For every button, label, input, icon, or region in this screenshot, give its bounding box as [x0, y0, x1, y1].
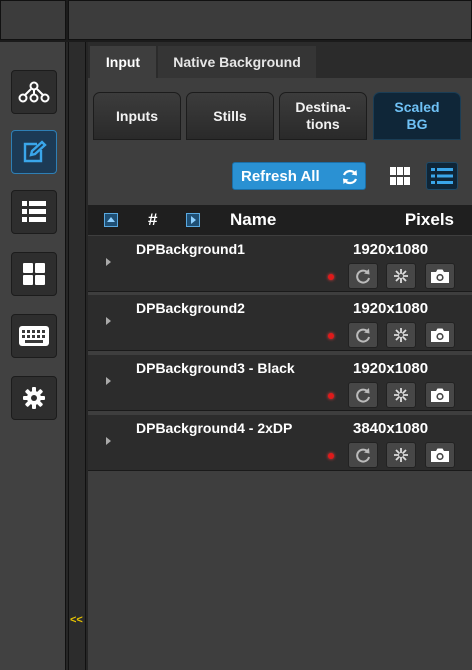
sidebar-item-keyboard[interactable]	[11, 314, 57, 358]
tab-bar: Input Native Background	[88, 42, 472, 78]
snowflake-icon	[394, 269, 408, 283]
edit-icon	[23, 140, 47, 163]
camera-icon	[431, 269, 449, 283]
row-pixels: 3840x1080	[353, 420, 429, 437]
table-row[interactable]: DPBackground3 - Black 1920x1080	[88, 355, 472, 411]
column-pixels[interactable]: Pixels	[405, 210, 454, 230]
table-header: # Name Pixels	[88, 205, 472, 235]
snowflake-icon	[394, 328, 408, 342]
grid-icon	[23, 263, 45, 285]
table-row[interactable]: DPBackground1 1920x1080	[88, 236, 472, 292]
freeze-button[interactable]	[386, 263, 416, 289]
row-name: DPBackground3 - Black	[136, 360, 295, 376]
camera-icon	[431, 448, 449, 462]
grid-view-button[interactable]	[384, 162, 416, 190]
reload-button[interactable]	[348, 263, 378, 289]
expand-row-icon[interactable]	[106, 317, 111, 325]
sidebar-item-settings[interactable]	[11, 376, 57, 420]
subtab-bar: Inputs Stills Destina- tions Scaled BG	[88, 78, 472, 144]
grid-view-icon	[390, 167, 410, 185]
network-tree-icon	[18, 81, 50, 103]
main-panel: Input Native Background Inputs Stills De…	[88, 42, 472, 670]
column-index: #	[148, 210, 158, 229]
list-view-button[interactable]	[426, 162, 458, 190]
row-name: DPBackground2	[136, 300, 245, 316]
collapse-button[interactable]: <<	[70, 614, 83, 626]
row-pixels: 1920x1080	[353, 241, 429, 258]
sidebar-item-network[interactable]	[11, 70, 57, 114]
row-pixels: 1920x1080	[353, 360, 429, 377]
snowflake-icon	[394, 448, 408, 462]
expand-row-icon[interactable]	[106, 377, 111, 385]
top-bar-right	[68, 0, 472, 40]
table-row[interactable]: DPBackground4 - 2xDP 3840x1080	[88, 415, 472, 471]
tab-input[interactable]: Input	[90, 46, 156, 78]
list-view-icon	[431, 168, 453, 184]
reload-icon	[356, 388, 370, 403]
row-name: DPBackground4 - 2xDP	[136, 420, 293, 436]
reload-icon	[356, 269, 370, 284]
expand-row-icon[interactable]	[106, 258, 111, 266]
panel-splitter[interactable]	[68, 42, 86, 670]
subtab-inputs[interactable]: Inputs	[93, 92, 181, 140]
keyboard-icon	[19, 326, 49, 346]
expand-row-icon[interactable]	[106, 437, 111, 445]
sidebar	[0, 42, 66, 670]
subtab-destinations[interactable]: Destina- tions	[279, 92, 367, 140]
reload-icon	[356, 328, 370, 343]
refresh-icon	[342, 169, 358, 185]
gear-icon	[23, 387, 45, 409]
snapshot-button[interactable]	[425, 263, 455, 289]
status-indicator	[328, 333, 334, 339]
sidebar-item-edit[interactable]	[11, 130, 57, 174]
snapshot-button[interactable]	[425, 382, 455, 408]
reload-button[interactable]	[348, 382, 378, 408]
reload-button[interactable]	[348, 322, 378, 348]
list-icon	[22, 201, 46, 222]
refresh-all-button[interactable]: Refresh All	[232, 162, 366, 190]
reload-button[interactable]	[348, 442, 378, 468]
status-indicator	[328, 453, 334, 459]
snapshot-button[interactable]	[425, 322, 455, 348]
freeze-button[interactable]	[386, 322, 416, 348]
snapshot-button[interactable]	[425, 442, 455, 468]
camera-icon	[431, 328, 449, 342]
row-name: DPBackground1	[136, 241, 245, 257]
column-name[interactable]: Name	[230, 210, 276, 230]
freeze-button[interactable]	[386, 442, 416, 468]
freeze-button[interactable]	[386, 382, 416, 408]
camera-icon	[431, 388, 449, 402]
sort-ascending-icon[interactable]	[104, 213, 118, 227]
sidebar-item-list[interactable]	[11, 190, 57, 234]
expand-all-icon[interactable]	[186, 213, 200, 227]
status-indicator	[328, 393, 334, 399]
top-bar-left	[0, 0, 66, 40]
subtab-scaled-bg[interactable]: Scaled BG	[373, 92, 461, 140]
refresh-all-label: Refresh All	[241, 167, 320, 185]
row-pixels: 1920x1080	[353, 300, 429, 317]
subtab-stills[interactable]: Stills	[186, 92, 274, 140]
status-indicator	[328, 274, 334, 280]
snowflake-icon	[394, 388, 408, 402]
toolbar: Refresh All	[88, 156, 472, 196]
table-row[interactable]: DPBackground2 1920x1080	[88, 295, 472, 351]
sidebar-item-grid[interactable]	[11, 252, 57, 296]
tab-native-background[interactable]: Native Background	[158, 46, 316, 78]
reload-icon	[356, 448, 370, 463]
